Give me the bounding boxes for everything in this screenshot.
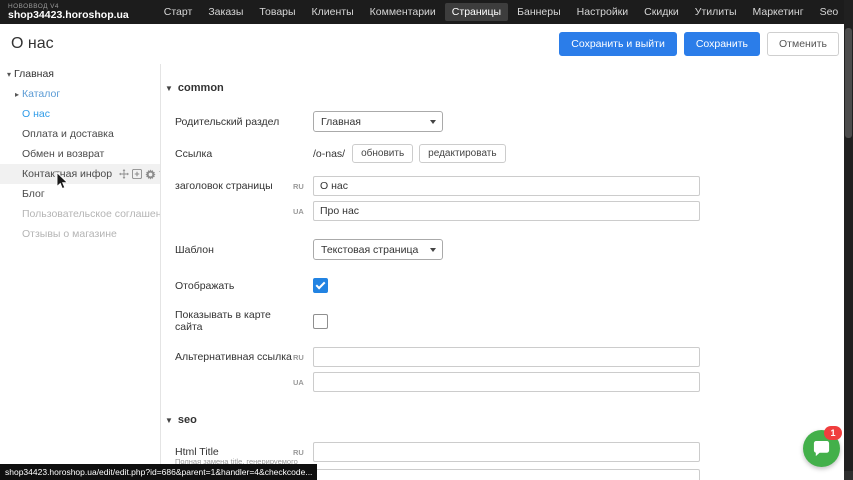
sidebar-item-label: Оплата и доставка xyxy=(22,128,114,140)
topbar: НОВОВВОД V4 shop34423.horoshop.ua Старт … xyxy=(0,0,853,24)
sidebar-item-label: Отзывы о магазине xyxy=(22,228,117,240)
page-tree-sidebar: ▾ Главная ▸ Каталог О нас Оплата и доста… xyxy=(0,64,160,480)
scrollbar-corner xyxy=(844,471,853,480)
chat-unread-badge: 1 xyxy=(824,426,842,440)
display-label: Отображать xyxy=(175,280,293,292)
menu-item-utilities[interactable]: Утилиты xyxy=(688,3,744,21)
chevron-right-icon[interactable]: ▸ xyxy=(12,90,22,99)
link-label: Ссылка xyxy=(175,148,293,160)
sidebar-item-label: Обмен и возврат xyxy=(22,148,104,160)
save-button[interactable]: Сохранить xyxy=(684,32,760,56)
sidebar-item-catalog[interactable]: ▸ Каталог xyxy=(0,84,160,104)
chevron-down-icon[interactable]: ▾ xyxy=(4,70,14,79)
sidebar-item-blog[interactable]: Блог xyxy=(0,184,160,204)
sidebar-item-payment-delivery[interactable]: Оплата и доставка xyxy=(0,124,160,144)
page-header: О нас Сохранить и выйти Сохранить Отмени… xyxy=(0,24,844,64)
section-common-header[interactable]: ▼ common xyxy=(165,82,844,94)
page-edit-form: ▼ common Родительский раздел Главная Ссы… xyxy=(161,64,844,480)
menu-item-start[interactable]: Старт xyxy=(157,3,200,21)
section-seo-header[interactable]: ▼ seo xyxy=(165,414,844,426)
gear-icon[interactable] xyxy=(145,169,156,180)
alt-link-ua-input[interactable] xyxy=(313,372,700,392)
sidebar-item-label: Блог xyxy=(22,188,45,200)
menu-item-settings[interactable]: Настройки xyxy=(570,3,636,21)
chevron-down-icon: ▼ xyxy=(165,416,173,425)
sitemap-checkbox[interactable] xyxy=(313,314,328,329)
template-label: Шаблон xyxy=(175,244,293,256)
cancel-button[interactable]: Отменить xyxy=(767,32,839,56)
lang-tag-ru: RU xyxy=(293,182,313,191)
menu-item-pages[interactable]: Страницы xyxy=(445,3,508,21)
template-select[interactable]: Текстовая страница xyxy=(313,239,443,260)
brand-domain: shop34423.horoshop.ua xyxy=(8,10,129,21)
brand-logo[interactable]: НОВОВВОД V4 shop34423.horoshop.ua xyxy=(0,3,139,21)
vertical-scrollbar[interactable] xyxy=(844,0,853,480)
link-edit-button[interactable]: редактировать xyxy=(419,144,505,163)
sidebar-item-exchange-return[interactable]: Обмен и возврат xyxy=(0,144,160,164)
sidebar-item-store-reviews[interactable]: Отзывы о магазине xyxy=(0,224,160,244)
html-title-ua-input[interactable] xyxy=(313,469,700,480)
page-title: О нас xyxy=(11,35,54,53)
display-checkbox[interactable] xyxy=(313,278,328,293)
chevron-down-icon: ▼ xyxy=(165,84,173,93)
menu-item-products[interactable]: Товары xyxy=(252,3,302,21)
sidebar-item-user-agreement[interactable]: Пользовательское соглашение xyxy=(0,204,160,224)
alt-link-label: Альтернативная ссылка xyxy=(175,351,293,363)
sidebar-item-home[interactable]: ▾ Главная xyxy=(0,64,160,84)
lang-tag-ua: UA xyxy=(293,378,313,387)
top-menu: Старт Заказы Товары Клиенты Комментарии … xyxy=(157,3,853,21)
page-title-label: заголовок страницы xyxy=(175,180,293,192)
status-url-tooltip: shop34423.horoshop.ua/edit/edit.php?id=6… xyxy=(0,464,317,480)
alt-link-ru-input[interactable] xyxy=(313,347,700,367)
menu-item-marketing[interactable]: Маркетинг xyxy=(746,3,811,21)
chat-widget-button[interactable]: 1 xyxy=(803,430,840,467)
save-and-exit-button[interactable]: Сохранить и выйти xyxy=(559,32,677,56)
lang-tag-ru: RU xyxy=(293,353,313,362)
sidebar-item-label: О нас xyxy=(22,108,50,120)
drag-move-icon[interactable] xyxy=(119,169,129,179)
html-title-ru-input[interactable] xyxy=(313,442,700,462)
parent-section-label: Родительский раздел xyxy=(175,116,293,128)
lang-tag-ua: UA xyxy=(293,207,313,216)
menu-item-clients[interactable]: Клиенты xyxy=(305,3,361,21)
menu-item-banners[interactable]: Баннеры xyxy=(510,3,568,21)
section-title: seo xyxy=(178,414,197,426)
add-page-icon[interactable] xyxy=(132,169,142,179)
chat-bubble-icon xyxy=(812,440,831,458)
link-update-button[interactable]: обновить xyxy=(352,144,413,163)
html-title-label: Html Title Полная замена title, генериру… xyxy=(175,446,293,458)
sidebar-item-about[interactable]: О нас xyxy=(0,104,160,124)
menu-item-seo[interactable]: Seo xyxy=(813,3,846,21)
sitemap-label: Показывать в карте сайта xyxy=(175,309,293,333)
page-title-ua-input[interactable] xyxy=(313,201,700,221)
sidebar-item-label: Контактная инфор xyxy=(22,168,112,180)
menu-item-discounts[interactable]: Скидки xyxy=(637,3,686,21)
link-value: /o-nas/ xyxy=(313,148,345,160)
sidebar-item-contact-info[interactable]: Контактная инфор xyxy=(0,164,160,184)
parent-section-select[interactable]: Главная xyxy=(313,111,443,132)
sidebar-item-label: Каталог xyxy=(22,88,60,100)
menu-item-comments[interactable]: Комментарии xyxy=(363,3,443,21)
scrollbar-thumb[interactable] xyxy=(845,28,852,138)
section-title: common xyxy=(178,82,224,94)
sidebar-item-label: Главная xyxy=(14,68,54,80)
page-title-ru-input[interactable] xyxy=(313,176,700,196)
sidebar-item-label: Пользовательское соглашение xyxy=(22,208,173,220)
menu-item-orders[interactable]: Заказы xyxy=(201,3,250,21)
lang-tag-ru: RU xyxy=(293,448,313,457)
